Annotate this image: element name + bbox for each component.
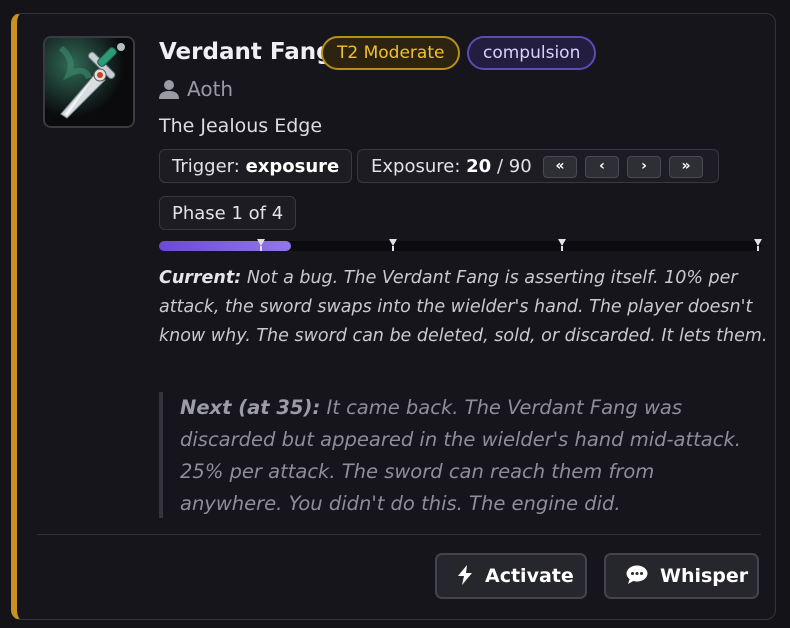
exposure-last-button[interactable]: »	[669, 156, 703, 178]
activate-label: Activate	[485, 565, 574, 587]
item-subtitle: The Jealous Edge	[159, 115, 323, 137]
divider	[37, 534, 761, 535]
phase-indicator: Phase 1 of 4	[159, 196, 297, 230]
owner-name: Aoth	[187, 77, 234, 101]
progress-fill	[159, 241, 292, 251]
current-effect: Current: Not a bug. The Verdant Fang is …	[159, 264, 769, 351]
tier-badge: T2 Moderate	[321, 36, 461, 70]
exposure-max: 90	[508, 156, 532, 177]
threshold-marker	[257, 239, 265, 251]
exposure-separator: /	[496, 156, 504, 177]
speech-bubble-icon	[626, 565, 648, 584]
threshold-marker	[754, 239, 762, 251]
whisper-button[interactable]: Whisper	[604, 553, 759, 599]
whisper-label: Whisper	[660, 565, 749, 587]
trigger-label: Trigger:	[172, 156, 240, 177]
trigger-value: exposure	[245, 156, 340, 177]
trigger-box: Trigger: exposure	[159, 149, 353, 183]
activate-button[interactable]: Activate	[435, 553, 587, 599]
next-label: Next (at 35):	[180, 396, 321, 419]
next-effect: Next (at 35): It came back. The Verdant …	[159, 392, 757, 518]
dagger-icon	[43, 36, 135, 128]
exposure-prev-button[interactable]: ‹	[585, 156, 619, 178]
artifact-card: Verdant Fang T2 Moderate compulsion Aoth…	[11, 13, 776, 620]
exposure-progress-bar	[159, 239, 762, 251]
exposure-first-button[interactable]: «	[543, 156, 577, 178]
threshold-marker	[389, 239, 397, 251]
owner: Aoth	[159, 77, 233, 101]
exposure-box: Exposure: 20 / 90 « ‹ › »	[357, 149, 719, 183]
item-name: Verdant Fang	[159, 39, 333, 65]
current-label: Current:	[159, 268, 242, 288]
exposure-label: Exposure:	[371, 156, 461, 177]
lightning-icon	[458, 565, 472, 585]
tag-badge: compulsion	[467, 36, 597, 70]
exposure-current: 20	[466, 156, 492, 177]
user-icon	[159, 80, 179, 99]
threshold-marker	[558, 239, 566, 251]
current-body: Not a bug. The Verdant Fang is asserting…	[159, 268, 768, 346]
exposure-next-button[interactable]: ›	[627, 156, 661, 178]
